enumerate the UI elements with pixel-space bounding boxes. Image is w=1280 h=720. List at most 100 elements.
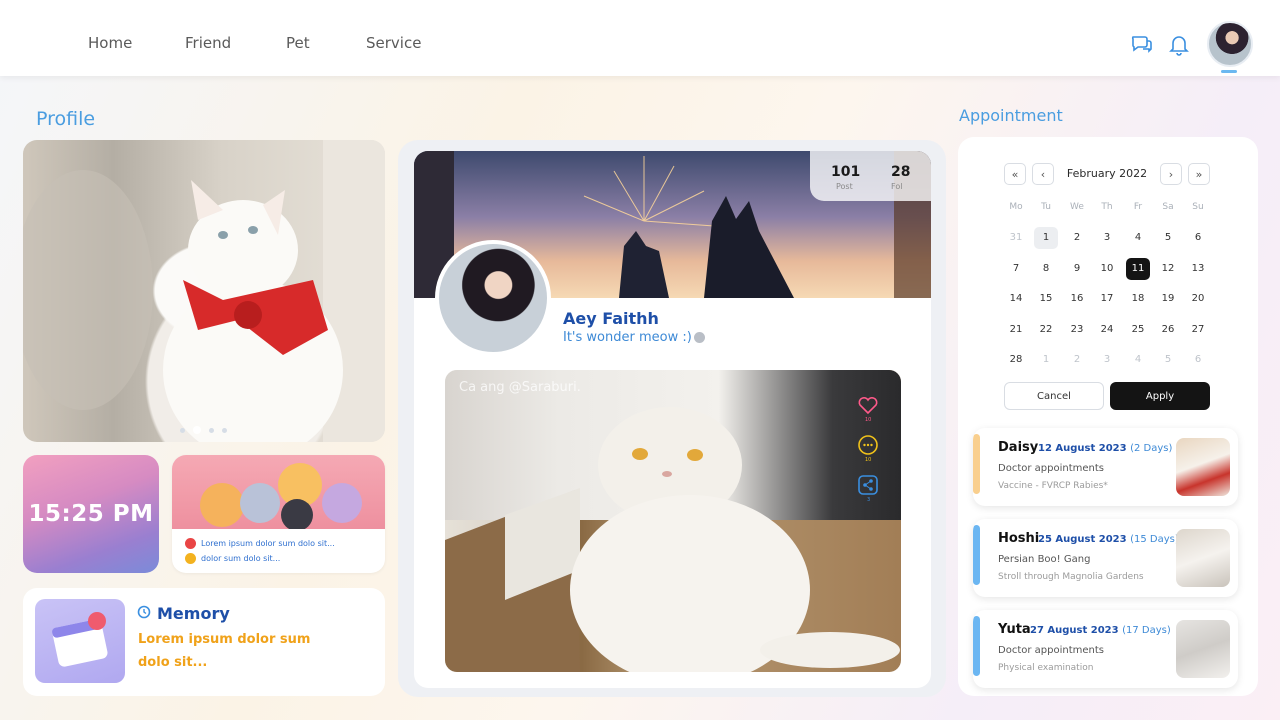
calendar-day[interactable]: 3: [1095, 349, 1119, 371]
memory-text: Lorem ipsum dolor sum dolo sit...: [138, 632, 311, 670]
calendar-day[interactable]: 21: [1004, 319, 1028, 341]
calendar-day[interactable]: 22: [1034, 319, 1058, 341]
pet-name: Hoshi: [998, 531, 1040, 546]
calendar-day[interactable]: 27: [1186, 319, 1210, 341]
weekday-label: We: [1070, 202, 1084, 212]
calendar-day[interactable]: 24: [1095, 319, 1119, 341]
appointment-date: 27 August 2023 (17 Days): [1030, 625, 1171, 636]
feed-line-2: dolor sum dolo sit...: [201, 554, 281, 563]
calendar-day[interactable]: 18: [1126, 288, 1150, 310]
cats-feed-card[interactable]: Lorem ipsum dolor sum dolo sit... dolor …: [172, 455, 385, 573]
calendar-day[interactable]: 5: [1156, 349, 1180, 371]
carousel-dot[interactable]: [180, 427, 185, 433]
bell-icon[interactable]: [1167, 32, 1191, 56]
post-count-label: Post: [836, 182, 853, 191]
weekday-label: Fr: [1133, 202, 1143, 212]
calendar-day[interactable]: 25: [1126, 319, 1150, 341]
appointment-date: 12 August 2023 (2 Days): [1038, 443, 1173, 454]
calendar-day[interactable]: 2: [1065, 349, 1089, 371]
profile-hero-image[interactable]: [23, 140, 385, 442]
share-icon[interactable]: [857, 474, 879, 496]
calendar-day[interactable]: 9: [1065, 258, 1089, 280]
calendar-day[interactable]: 23: [1065, 319, 1089, 341]
nav-friend[interactable]: Friend: [185, 34, 231, 52]
nav-home[interactable]: Home: [88, 34, 132, 52]
appointment-note: Physical examination: [998, 663, 1094, 673]
calendar-day[interactable]: 17: [1095, 288, 1119, 310]
nav-service[interactable]: Service: [366, 34, 421, 52]
calendar-day[interactable]: 8: [1034, 258, 1058, 280]
apply-button[interactable]: Apply: [1110, 382, 1210, 410]
calendar-day[interactable]: 5: [1156, 227, 1180, 249]
cancel-button[interactable]: Cancel: [1004, 382, 1104, 410]
nav-pet[interactable]: Pet: [286, 34, 310, 52]
carousel-dot-active[interactable]: [193, 426, 201, 434]
pet-thumbnail: [1176, 620, 1230, 678]
calendar-day[interactable]: 7: [1004, 258, 1028, 280]
like-count: 10: [865, 417, 872, 423]
appointment-note: Vaccine - FVRCP Rabies*: [998, 481, 1108, 491]
calendar-day[interactable]: 3: [1095, 227, 1119, 249]
post-count: 101: [831, 164, 861, 180]
prev-year-button[interactable]: «: [1004, 163, 1026, 185]
prev-month-button[interactable]: ‹: [1032, 163, 1054, 185]
weekday-label: Su: [1192, 202, 1204, 212]
calendar-day[interactable]: 14: [1004, 288, 1028, 310]
calendar-day[interactable]: 4: [1126, 349, 1150, 371]
calendar-day[interactable]: 16: [1065, 288, 1089, 310]
calendar-day[interactable]: 2: [1065, 227, 1089, 249]
calendar-day[interactable]: 11: [1126, 257, 1150, 280]
follower-count: 28: [891, 164, 911, 180]
profile-avatar[interactable]: [435, 240, 551, 356]
pet-thumbnail: [1176, 529, 1230, 587]
pet-name: Yuta: [998, 622, 1031, 637]
appointment-item[interactable]: Hoshi 25 August 2023 (15 Days) Persian B…: [973, 519, 1238, 597]
calendar-day[interactable]: 6: [1186, 349, 1210, 371]
calendar-day[interactable]: 10: [1095, 258, 1119, 280]
calendar-day[interactable]: 13: [1186, 258, 1210, 280]
user-avatar[interactable]: [1207, 21, 1253, 67]
cats-banner-image: [172, 455, 385, 531]
top-navbar: Home Friend Pet Service: [0, 0, 1280, 76]
profile-heading: Profile: [36, 108, 96, 130]
weekday-label: Th: [1101, 202, 1113, 212]
calendar-day[interactable]: 15: [1034, 288, 1058, 310]
memory-title: Memory: [157, 604, 230, 623]
comment-icon[interactable]: [857, 434, 879, 456]
calendar-day[interactable]: 6: [1186, 227, 1210, 249]
calendar-day[interactable]: 1: [1034, 349, 1058, 371]
appointment-type: Persian Boo! Gang: [998, 554, 1091, 565]
share-count: 3: [867, 497, 871, 503]
verified-icon: [694, 332, 705, 343]
appointment-item[interactable]: Daisy 12 August 2023 (2 Days) Doctor app…: [973, 428, 1238, 506]
calendar-day[interactable]: 19: [1156, 288, 1180, 310]
calendar-day[interactable]: 12: [1156, 258, 1180, 280]
carousel-dot[interactable]: [222, 427, 227, 433]
calendar-day[interactable]: 31: [1004, 227, 1028, 249]
calendar-illustration: [35, 599, 125, 683]
weekday-label: Tu: [1041, 202, 1051, 212]
calendar-day[interactable]: 4: [1126, 227, 1150, 249]
post-photo[interactable]: Ca ang @Saraburi. 10 10 3: [445, 370, 901, 672]
heart-icon: [185, 538, 196, 549]
appointment-type: Doctor appointments: [998, 463, 1104, 474]
white-cat-illustration: [23, 140, 385, 442]
weekday-label: Sa: [1162, 202, 1174, 212]
calendar-day[interactable]: 26: [1156, 319, 1180, 341]
carousel-dot[interactable]: [209, 427, 214, 433]
next-year-button[interactable]: »: [1188, 163, 1210, 185]
follower-count-label: Fol: [891, 182, 903, 191]
next-month-button[interactable]: ›: [1160, 163, 1182, 185]
heart-icon[interactable]: [857, 394, 879, 416]
appointment-item[interactable]: Yuta 27 August 2023 (17 Days) Doctor app…: [973, 610, 1238, 688]
chat-icon[interactable]: [1130, 32, 1154, 56]
calendar-day[interactable]: 1: [1034, 227, 1058, 249]
photo-caption: Ca ang @Saraburi.: [459, 380, 581, 395]
appointment-heading: Appointment: [959, 106, 1063, 125]
feed-line-1: Lorem ipsum dolor sum dolo sit...: [201, 539, 335, 548]
pet-name: Daisy: [998, 440, 1039, 455]
memory-card[interactable]: Memory Lorem ipsum dolor sum dolo sit...: [23, 588, 385, 696]
clock-widget: 15:25 PM: [23, 455, 159, 573]
calendar-day[interactable]: 20: [1186, 288, 1210, 310]
calendar-day[interactable]: 28: [1004, 349, 1028, 371]
